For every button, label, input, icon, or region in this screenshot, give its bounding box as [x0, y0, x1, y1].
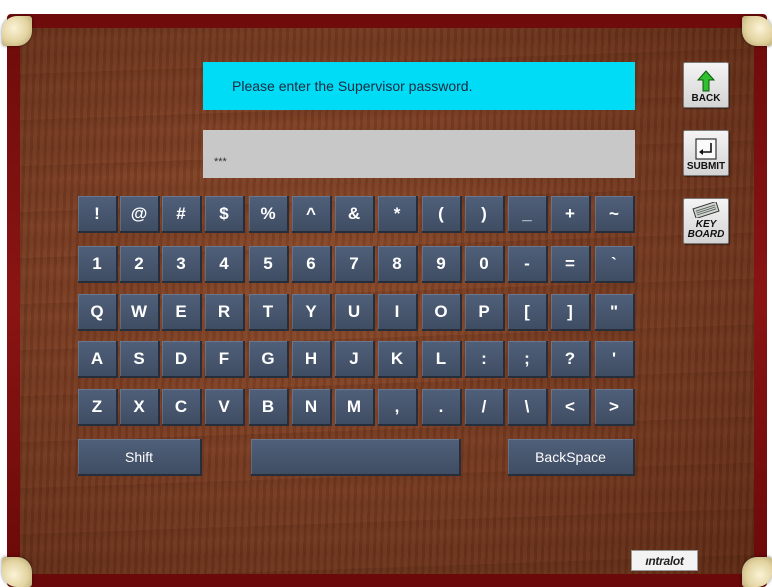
- key[interactable]: #: [162, 196, 202, 233]
- key[interactable]: 3: [162, 246, 202, 283]
- password-field[interactable]: [203, 130, 635, 178]
- key[interactable]: N: [292, 389, 332, 426]
- key[interactable]: K: [378, 341, 418, 378]
- submit-button[interactable]: SUBMIT: [683, 130, 729, 176]
- key[interactable]: B: [249, 389, 289, 426]
- key[interactable]: ?: [551, 341, 591, 378]
- key[interactable]: <: [551, 389, 591, 426]
- corner-ornament-icon: [2, 557, 32, 587]
- key[interactable]: T: [249, 294, 289, 331]
- key[interactable]: 4: [205, 246, 245, 283]
- corner-ornament-icon: [2, 16, 32, 46]
- submit-label: SUBMIT: [686, 161, 726, 172]
- corner-ornament-icon: [742, 557, 772, 587]
- key[interactable]: -: [508, 246, 548, 283]
- key[interactable]: ^: [292, 196, 332, 233]
- key[interactable]: G: [249, 341, 289, 378]
- password-prompt: Please enter the Supervisor password.: [203, 62, 635, 110]
- key[interactable]: &: [335, 196, 375, 233]
- key[interactable]: =: [551, 246, 591, 283]
- key[interactable]: C: [162, 389, 202, 426]
- key[interactable]: >: [595, 389, 635, 426]
- key[interactable]: S: [120, 341, 160, 378]
- key[interactable]: 9: [422, 246, 462, 283]
- key[interactable]: ~: [595, 196, 635, 233]
- key[interactable]: (: [422, 196, 462, 233]
- key[interactable]: 1: [78, 246, 118, 283]
- key[interactable]: 8: [378, 246, 418, 283]
- green-up-arrow-icon: [697, 70, 715, 92]
- key[interactable]: .: [422, 389, 462, 426]
- key[interactable]: 0: [465, 246, 505, 283]
- enter-key-icon: [695, 138, 717, 160]
- key[interactable]: 7: [335, 246, 375, 283]
- intralot-logo: ıntralot: [631, 550, 698, 571]
- key[interactable]: ;: [508, 341, 548, 378]
- key[interactable]: /: [465, 389, 505, 426]
- key[interactable]: 5: [249, 246, 289, 283]
- key[interactable]: $: [205, 196, 245, 233]
- key[interactable]: V: [205, 389, 245, 426]
- key[interactable]: :: [465, 341, 505, 378]
- key[interactable]: P: [465, 294, 505, 331]
- corner-ornament-icon: [742, 16, 772, 46]
- key[interactable]: Q: [78, 294, 118, 331]
- space-key[interactable]: [251, 439, 461, 476]
- backspace-key[interactable]: BackSpace: [508, 439, 635, 476]
- key[interactable]: \: [508, 389, 548, 426]
- key[interactable]: E: [162, 294, 202, 331]
- key[interactable]: D: [162, 341, 202, 378]
- key[interactable]: @: [120, 196, 160, 233]
- key[interactable]: !: [78, 196, 118, 233]
- key[interactable]: F: [205, 341, 245, 378]
- key[interactable]: L: [422, 341, 462, 378]
- key[interactable]: +: [551, 196, 591, 233]
- key[interactable]: ]: [551, 294, 591, 331]
- key[interactable]: A: [78, 341, 118, 378]
- shift-key[interactable]: Shift: [78, 439, 202, 476]
- key[interactable]: 2: [120, 246, 160, 283]
- key[interactable]: [: [508, 294, 548, 331]
- key[interactable]: _: [508, 196, 548, 233]
- key[interactable]: Y: [292, 294, 332, 331]
- keyboard-icon: [692, 202, 720, 218]
- key[interactable]: U: [335, 294, 375, 331]
- key[interactable]: ': [595, 341, 635, 378]
- key[interactable]: I: [378, 294, 418, 331]
- keyboard-button[interactable]: KEY BOARD: [683, 198, 729, 244]
- key[interactable]: 6: [292, 246, 332, 283]
- key[interactable]: H: [292, 341, 332, 378]
- key[interactable]: ,: [378, 389, 418, 426]
- key[interactable]: `: [595, 246, 635, 283]
- key[interactable]: ): [465, 196, 505, 233]
- key[interactable]: W: [120, 294, 160, 331]
- back-label: BACK: [691, 93, 721, 104]
- key[interactable]: %: [249, 196, 289, 233]
- key[interactable]: J: [335, 341, 375, 378]
- back-button[interactable]: BACK: [683, 62, 729, 108]
- key[interactable]: R: [205, 294, 245, 331]
- key[interactable]: X: [120, 389, 160, 426]
- key[interactable]: O: [422, 294, 462, 331]
- key[interactable]: Z: [78, 389, 118, 426]
- keyboard-label-line2: BOARD: [687, 229, 725, 240]
- key[interactable]: M: [335, 389, 375, 426]
- key[interactable]: ": [595, 294, 635, 331]
- key[interactable]: *: [378, 196, 418, 233]
